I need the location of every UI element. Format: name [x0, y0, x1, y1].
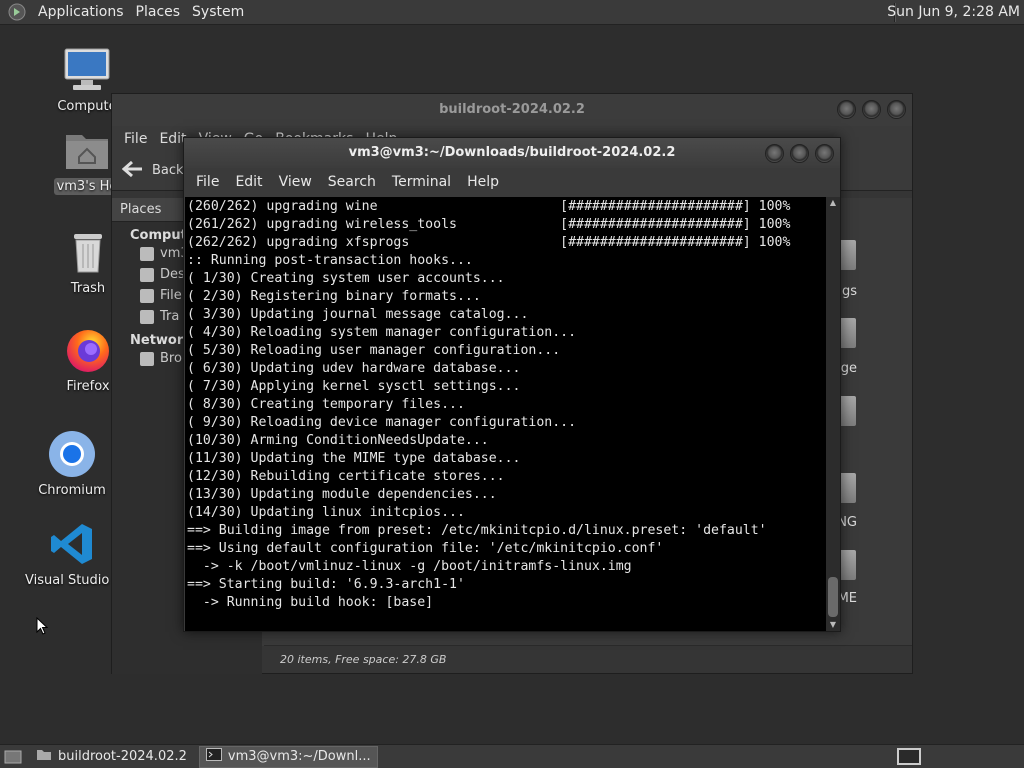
- terminal-line: -> -k /boot/vmlinuz-linux -g /boot/initr…: [187, 559, 632, 574]
- terminal-line: ( 2/30) Registering binary formats...: [187, 289, 481, 304]
- terminal-icon: [205, 748, 222, 765]
- window-controls: [837, 100, 906, 119]
- minimize-button[interactable]: [837, 100, 856, 119]
- desktop-icon-vscode[interactable]: Visual Studio Co: [22, 520, 131, 589]
- terminal-line: ( 7/30) Applying kernel sysctl settings.…: [187, 379, 521, 394]
- back-arrow-icon: [121, 160, 144, 182]
- window-controls: [765, 144, 834, 163]
- taskbar-item-file-manager[interactable]: buildroot-2024.02.2: [30, 746, 193, 768]
- terminal-line: ==> Building image from preset: /etc/mki…: [187, 523, 767, 538]
- home-icon: [140, 246, 154, 261]
- file-label: gs: [841, 284, 857, 299]
- folder-icon: [36, 748, 52, 765]
- menu-view[interactable]: View: [271, 174, 320, 190]
- terminal-line: (11/30) Updating the MIME type database.…: [187, 451, 521, 466]
- terminal-line: ( 8/30) Creating temporary files...: [187, 397, 465, 412]
- terminal-line: ( 3/30) Updating journal message catalog…: [187, 307, 529, 322]
- top-panel: Applications Places System Sun Jun 9, 2:…: [0, 0, 1024, 25]
- terminal-line: ( 4/30) Reloading system manager configu…: [187, 325, 577, 340]
- close-button[interactable]: [887, 100, 906, 119]
- menu-edit[interactable]: Edit: [227, 174, 270, 190]
- desktop-icon-label: Trash: [70, 281, 106, 296]
- system-menu[interactable]: System: [186, 4, 250, 20]
- terminal-title[interactable]: vm3@vm3:~/Downloads/buildroot-2024.02.2: [184, 138, 840, 168]
- menu-terminal[interactable]: Terminal: [384, 174, 459, 190]
- chromium-icon: [48, 430, 96, 478]
- terminal-output[interactable]: (260/262) upgrading wine [##############…: [185, 197, 827, 631]
- network-icon: [140, 351, 154, 366]
- bottom-panel: buildroot-2024.02.2 vm3@vm3:~/Downl...: [0, 744, 1024, 768]
- applications-menu[interactable]: Applications: [32, 4, 130, 20]
- terminal-line: -> Running build hook: [base]: [187, 595, 434, 610]
- back-button[interactable]: Back: [121, 160, 184, 182]
- vscode-icon: [48, 520, 96, 568]
- file-label: ge: [840, 361, 857, 376]
- desktop-icon-label: Chromium: [38, 483, 106, 498]
- terminal-line: (12/30) Rebuilding certificate stores...: [187, 469, 505, 484]
- trash-icon: [140, 309, 154, 324]
- menu-search[interactable]: Search: [320, 174, 384, 190]
- terminal-line: (261/262) upgrading wireless_tools [####…: [187, 217, 791, 232]
- terminal-line: (13/30) Updating module dependencies...: [187, 487, 497, 502]
- terminal-line: ( 5/30) Reloading user manager configura…: [187, 343, 561, 358]
- terminal-line: (14/30) Updating linux initcpios...: [187, 505, 465, 520]
- menu-file[interactable]: File: [118, 131, 153, 147]
- show-desktop-icon[interactable]: [2, 747, 24, 767]
- terminal-line: ( 9/30) Reloading device manager configu…: [187, 415, 577, 430]
- menu-help[interactable]: Help: [459, 174, 507, 190]
- scroll-down-arrow-icon[interactable]: ▼: [826, 619, 840, 631]
- home-folder-icon: [63, 126, 111, 174]
- terminal-line: ==> Starting build: '6.9.3-arch1-1': [187, 577, 465, 592]
- trash-icon: [64, 228, 112, 276]
- scrollbar-thumb[interactable]: [828, 577, 838, 617]
- desktop-icon: [140, 267, 154, 282]
- places-menu[interactable]: Places: [130, 4, 187, 20]
- file-manager-title[interactable]: buildroot-2024.02.2: [112, 94, 912, 126]
- terminal-line: ( 6/30) Updating udev hardware database.…: [187, 361, 521, 376]
- terminal-line: (262/262) upgrading xfsprogs [##########…: [187, 235, 791, 250]
- computer-icon: [63, 46, 111, 94]
- menu-file[interactable]: File: [188, 174, 227, 190]
- maximize-button[interactable]: [790, 144, 809, 163]
- terminal-line: ==> Using default configuration file: '/…: [187, 541, 664, 556]
- firefox-icon: [64, 326, 112, 374]
- minimize-button[interactable]: [765, 144, 784, 163]
- desktop-icon-label: Firefox: [66, 379, 110, 394]
- scroll-up-arrow-icon[interactable]: ▲: [826, 197, 840, 209]
- terminal-line: (260/262) upgrading wine [##############…: [187, 199, 791, 214]
- terminal-scrollbar[interactable]: ▲ ▼: [826, 197, 840, 631]
- terminal-line: :: Running post-transaction hooks...: [187, 253, 473, 268]
- taskbar-item-terminal[interactable]: vm3@vm3:~/Downl...: [198, 745, 378, 768]
- workspace-switcher[interactable]: [897, 748, 921, 765]
- terminal-line: ( 1/30) Creating system user accounts...: [187, 271, 505, 286]
- close-button[interactable]: [815, 144, 834, 163]
- terminal-menubar: File Edit View Search Terminal Help: [184, 168, 840, 196]
- distro-logo-icon[interactable]: [6, 1, 28, 23]
- clock[interactable]: Sun Jun 9, 2:28 AM: [887, 4, 1020, 20]
- status-bar: 20 items, Free space: 27.8 GB: [264, 645, 912, 673]
- desktop-icon-chromium[interactable]: Chromium: [22, 430, 122, 499]
- back-label: Back: [152, 163, 184, 178]
- drive-icon: [140, 288, 154, 303]
- terminal-window[interactable]: vm3@vm3:~/Downloads/buildroot-2024.02.2 …: [183, 137, 841, 632]
- mouse-pointer-icon: [36, 616, 49, 639]
- desktop-icon-label: Compute: [57, 99, 117, 114]
- maximize-button[interactable]: [862, 100, 881, 119]
- terminal-line: (10/30) Arming ConditionNeedsUpdate...: [187, 433, 489, 448]
